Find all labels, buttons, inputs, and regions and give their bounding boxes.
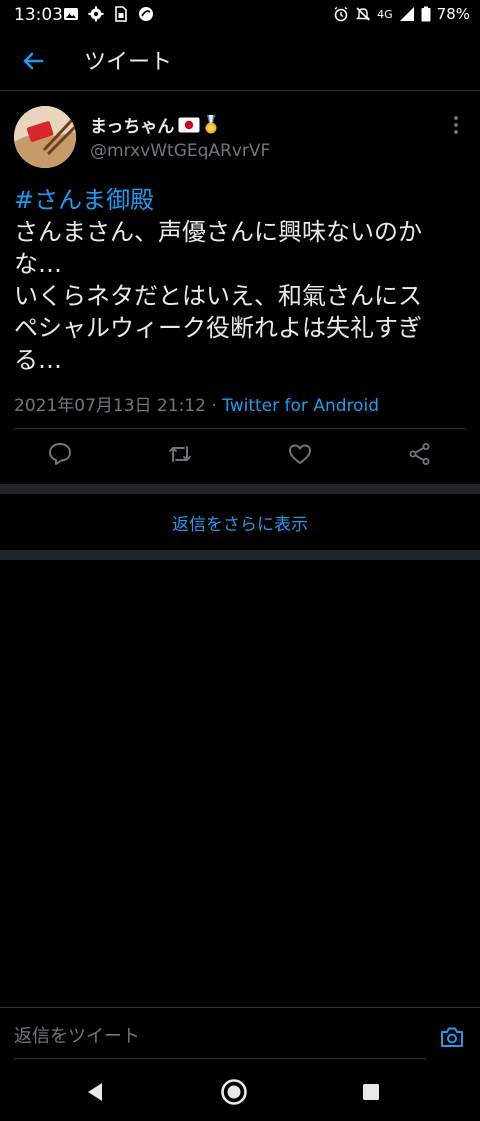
avatar-image (14, 106, 76, 168)
nav-home-icon[interactable] (220, 1078, 248, 1106)
page-title: ツイート (84, 50, 173, 75)
meta-separator: · (205, 396, 223, 416)
tweet-line: さんまさん、声優さんに興味ないのか (14, 218, 422, 246)
reply-icon[interactable] (47, 441, 73, 467)
tweet-source-link[interactable]: Twitter for Android (222, 396, 379, 416)
mute-icon (355, 7, 371, 21)
more-options-icon[interactable] (448, 114, 464, 136)
tweet-timestamp: 2021年07月13日 21:12 (14, 396, 206, 416)
tweet-actions (0, 436, 480, 478)
sim-icon (115, 6, 127, 22)
avatar[interactable] (14, 106, 76, 168)
hashtag-link[interactable]: #さんま御殿 (14, 184, 469, 216)
tweet-meta: 2021年07月13日 21:12 · Twitter for Android (14, 391, 379, 416)
display-name[interactable]: まっちゃん (90, 112, 218, 137)
section-divider (0, 550, 480, 560)
battery-icon (421, 6, 431, 22)
back-arrow-icon[interactable] (18, 46, 48, 76)
tweet-line: る… (14, 346, 62, 374)
nav-recents-icon[interactable] (362, 1083, 380, 1101)
user-handle[interactable]: @mrxvWtGEqARvrVF (90, 141, 270, 161)
section-divider (0, 484, 480, 494)
system-nav-bar (0, 1065, 480, 1121)
status-right-icons: 4G 78% (333, 5, 470, 23)
divider (14, 428, 466, 429)
like-icon[interactable] (287, 441, 313, 467)
nav-back-icon[interactable] (86, 1082, 104, 1102)
share-icon[interactable] (407, 441, 433, 467)
tweet-line: ペシャルウィーク役断れよは失礼すぎ (14, 314, 422, 342)
signal-icon (399, 7, 414, 21)
top-app-bar: ツイート (0, 30, 480, 91)
camera-icon[interactable] (439, 1024, 465, 1050)
gallery-icon (64, 8, 78, 20)
medal-icon (205, 114, 217, 133)
settings-icon (88, 6, 104, 22)
status-time: 13:03 (14, 5, 63, 25)
network-type: 4G (377, 7, 393, 21)
alarm-icon (334, 6, 348, 22)
tweet-line: な… (14, 250, 62, 278)
tweet-text: #さんま御殿 さんまさん、声優さんに興味ないのか な… いくらネタだとはいえ、和… (14, 184, 469, 376)
japan-flag-icon (178, 117, 200, 132)
tweet-line: いくらネタだとはいえ、和氣さんにス (14, 282, 422, 310)
app-notification-icon (139, 7, 153, 21)
display-name-text: まっちゃん (90, 117, 175, 137)
battery-percent: 78% (436, 5, 470, 23)
status-bar: 13:03 4G 78% (0, 0, 480, 30)
reply-input[interactable]: 返信をツイート (14, 1012, 426, 1059)
retweet-icon[interactable] (167, 441, 193, 467)
show-more-replies-button[interactable]: 返信をさらに表示 (0, 494, 480, 550)
